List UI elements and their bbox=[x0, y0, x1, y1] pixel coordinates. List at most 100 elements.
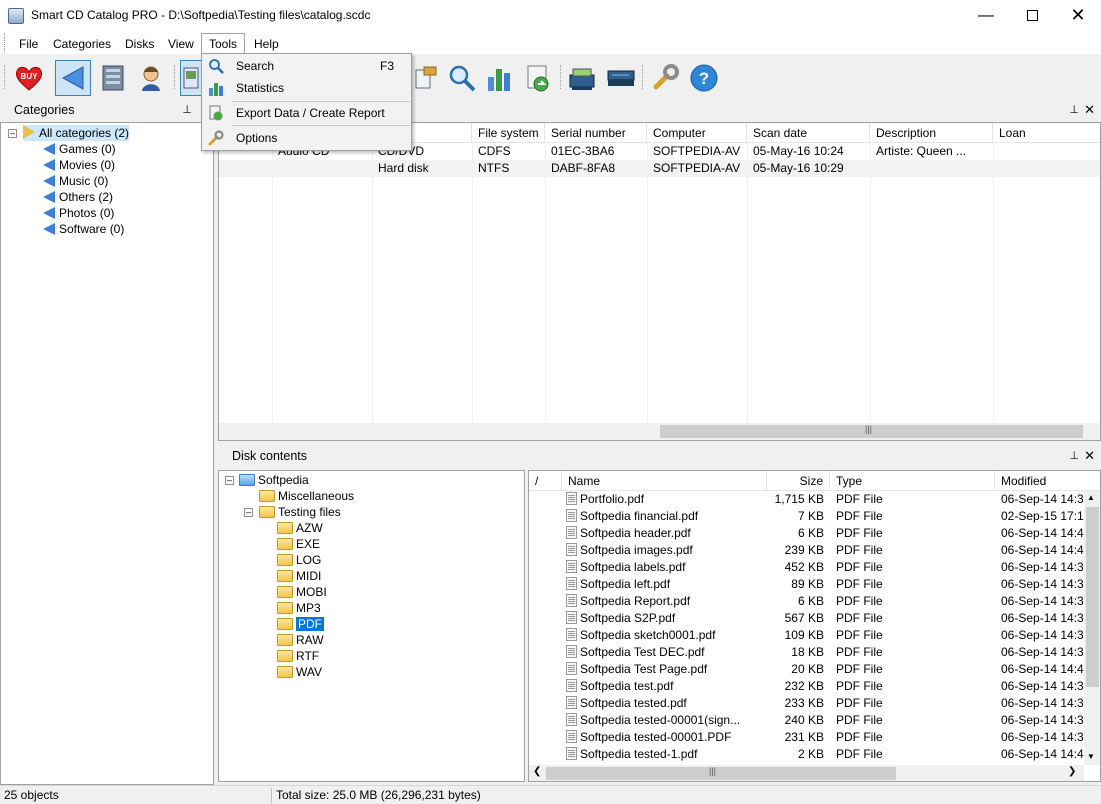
scroll-down-icon[interactable]: ▼ bbox=[1087, 752, 1095, 761]
column-modified[interactable]: Modified bbox=[995, 471, 1100, 491]
column-scan-date[interactable]: Scan date bbox=[747, 123, 870, 143]
column-loan[interactable]: Loan bbox=[993, 123, 1100, 143]
list-item[interactable]: Portfolio.pdf 1,715 KB PDF File 06-Sep-14 1… bbox=[529, 491, 1085, 508]
folder-item[interactable]: MOBI bbox=[277, 584, 327, 600]
computer-button[interactable] bbox=[133, 60, 169, 96]
buy-button[interactable]: BUY bbox=[11, 60, 47, 96]
list-item[interactable]: Softpedia tested-00001(sign... 240 KB PDF … bbox=[529, 712, 1085, 729]
scrollbar-thumb[interactable] bbox=[1086, 507, 1099, 687]
close-panel-icon[interactable]: ✕ bbox=[1084, 99, 1095, 121]
menu-categories[interactable]: Categories bbox=[46, 33, 118, 55]
category-item[interactable]: Games (0) bbox=[43, 141, 116, 157]
folder-item-selected[interactable]: PDF bbox=[277, 616, 324, 632]
list-item[interactable]: Softpedia Test DEC.pdf 18 KB PDF File 06-Se… bbox=[529, 644, 1085, 661]
menu-item-export[interactable]: Export Data / Create Report bbox=[202, 102, 411, 124]
options-button[interactable] bbox=[647, 60, 683, 96]
horizontal-scrollbar[interactable]: ||| bbox=[219, 423, 1100, 440]
notes-icon bbox=[415, 66, 437, 89]
scroll-left-icon[interactable]: ❮ bbox=[533, 766, 541, 777]
list-item[interactable]: Softpedia test.pdf 232 KB PDF File 06-Sep-1… bbox=[529, 678, 1085, 695]
list-item[interactable]: Softpedia header.pdf 6 KB PDF File 06-Sep-1… bbox=[529, 525, 1085, 542]
column-computer[interactable]: Computer bbox=[647, 123, 747, 143]
column-type[interactable]: Type bbox=[830, 471, 995, 491]
disk-serial: 01EC-3BA6 bbox=[551, 144, 615, 158]
category-icon bbox=[43, 159, 55, 171]
menu-item-options[interactable]: Options bbox=[202, 127, 411, 149]
category-item[interactable]: Photos (0) bbox=[43, 205, 114, 221]
category-all[interactable]: All categories (2) bbox=[23, 125, 130, 141]
scanner-button[interactable] bbox=[564, 60, 600, 96]
pdf-file-icon bbox=[566, 730, 577, 743]
list-item[interactable]: Softpedia tested.pdf 233 KB PDF File 06-Sep… bbox=[529, 695, 1085, 712]
pin-icon[interactable]: ⊥ bbox=[182, 99, 192, 121]
list-item[interactable]: Softpedia Test Page.pdf 20 KB PDF File 06-S… bbox=[529, 661, 1085, 678]
close-icon[interactable]: ✕ bbox=[1055, 0, 1101, 31]
drive-button[interactable] bbox=[603, 60, 639, 96]
menu-file[interactable]: File bbox=[12, 33, 45, 55]
menu-view[interactable]: View bbox=[161, 33, 201, 55]
folder-item[interactable]: AZW bbox=[277, 520, 323, 536]
folder-item[interactable]: MIDI bbox=[277, 568, 321, 584]
statistics-button[interactable] bbox=[482, 60, 518, 96]
folder-item[interactable]: Miscellaneous bbox=[259, 488, 354, 504]
category-item[interactable]: Music (0) bbox=[43, 173, 108, 189]
column-serial[interactable]: Serial number bbox=[545, 123, 647, 143]
search-button[interactable] bbox=[444, 60, 480, 96]
column-sort[interactable]: / bbox=[529, 471, 562, 491]
help-button[interactable]: ? bbox=[686, 60, 722, 96]
list-item[interactable]: Softpedia Report.pdf 6 KB PDF File 06-Sep-1… bbox=[529, 593, 1085, 610]
list-item[interactable]: Softpedia labels.pdf 452 KB PDF File 06-Sep… bbox=[529, 559, 1085, 576]
table-row[interactable]: Hard disk NTFS DABF-8FA8 SOFTPEDIA-AV 05… bbox=[219, 160, 1100, 177]
category-item[interactable]: Movies (0) bbox=[43, 157, 115, 173]
folder-item[interactable]: WAV bbox=[277, 664, 322, 680]
folder-item[interactable]: MP3 bbox=[277, 600, 321, 616]
vertical-scrollbar[interactable]: ▲ ▼ bbox=[1084, 491, 1100, 765]
categories-button[interactable] bbox=[55, 60, 91, 96]
close-panel-icon[interactable]: ✕ bbox=[1084, 445, 1095, 467]
list-item[interactable]: Softpedia S2P.pdf 567 KB PDF File 06-Sep-14… bbox=[529, 610, 1085, 627]
menu-item-statistics[interactable]: Statistics bbox=[202, 77, 411, 99]
export-button[interactable] bbox=[520, 60, 556, 96]
folder-item[interactable]: RAW bbox=[277, 632, 324, 648]
menu-item-label: Search bbox=[236, 59, 275, 73]
list-item[interactable]: Softpedia left.pdf 89 KB PDF File 06-Sep-14… bbox=[529, 576, 1085, 593]
category-root-icon bbox=[23, 125, 35, 139]
menu-help[interactable]: Help bbox=[247, 33, 286, 55]
collapse-icon[interactable]: – bbox=[244, 508, 253, 517]
collapse-icon[interactable]: – bbox=[225, 476, 234, 485]
list-item[interactable]: Softpedia images.pdf 239 KB PDF File 06-Sep… bbox=[529, 542, 1085, 559]
scan-button[interactable] bbox=[180, 60, 202, 96]
column-name[interactable]: Name bbox=[562, 471, 767, 491]
list-item[interactable]: Softpedia financial.pdf 7 KB PDF File 02-Se… bbox=[529, 508, 1085, 525]
category-item[interactable]: Software (0) bbox=[43, 221, 124, 237]
pin-icon[interactable]: ⊥ bbox=[1069, 99, 1079, 121]
folder-item[interactable]: LOG bbox=[277, 552, 321, 568]
horizontal-scrollbar[interactable]: ❮ ||| ❯ bbox=[529, 765, 1084, 781]
category-item[interactable]: Others (2) bbox=[43, 189, 113, 205]
column-size[interactable]: Size bbox=[767, 471, 830, 491]
scrollbar-thumb[interactable] bbox=[546, 767, 896, 780]
grip-icon: ||| bbox=[709, 766, 717, 776]
folder-item[interactable]: RTF bbox=[277, 648, 319, 664]
folder-root[interactable]: Softpedia bbox=[239, 472, 309, 488]
minimize-icon[interactable]: — bbox=[963, 0, 1009, 31]
menu-disks[interactable]: Disks bbox=[118, 33, 161, 55]
file-type: PDF File bbox=[836, 492, 883, 506]
column-description[interactable]: Description bbox=[870, 123, 993, 143]
list-item[interactable]: Softpedia sketch0001.pdf 109 KB PDF File 06… bbox=[529, 627, 1085, 644]
scroll-right-icon[interactable]: ❯ bbox=[1068, 766, 1076, 777]
file-name: Softpedia sketch0001.pdf bbox=[562, 627, 767, 644]
folder-item[interactable]: Testing files bbox=[259, 504, 341, 520]
menu-item-search[interactable]: Search F3 bbox=[202, 55, 411, 77]
maximize-icon[interactable] bbox=[1009, 0, 1055, 31]
folder-item[interactable]: EXE bbox=[277, 536, 320, 552]
column-file-system[interactable]: File system bbox=[472, 123, 545, 143]
menu-tools[interactable]: Tools bbox=[201, 33, 245, 55]
list-item[interactable]: Softpedia tested-00001.PDF 231 KB PDF File… bbox=[529, 729, 1085, 746]
disks-button[interactable] bbox=[95, 60, 131, 96]
scroll-up-icon[interactable]: ▲ bbox=[1087, 493, 1095, 502]
pin-icon[interactable]: ⊥ bbox=[1069, 445, 1079, 467]
collapse-icon[interactable]: – bbox=[8, 129, 17, 138]
list-item[interactable]: Softpedia tested-1.pdf 2 KB PDF File 06-Sep… bbox=[529, 746, 1085, 763]
categories-tree: – All categories (2) Games (0) Movies (0… bbox=[0, 122, 214, 785]
